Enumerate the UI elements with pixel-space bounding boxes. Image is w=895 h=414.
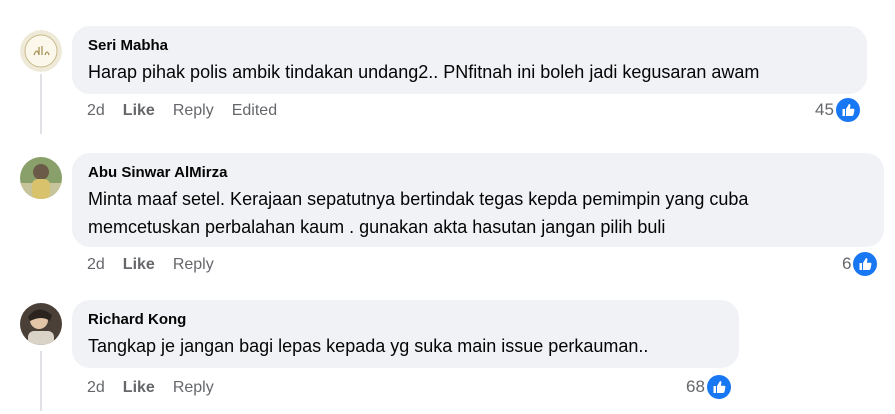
comment-bubble: Seri Mabha Harap pihak polis ambik tinda… (72, 26, 867, 94)
comment-bubble: Richard Kong Tangkap je jangan bagi lepa… (72, 300, 739, 368)
comment-text: Tangkap je jangan bagi lepas kepada yg s… (88, 336, 649, 356)
thread-line (40, 351, 42, 411)
like-button[interactable]: Like (123, 255, 155, 275)
like-button[interactable]: Like (123, 378, 155, 398)
reaction-count-value: 45 (815, 100, 834, 119)
thumbs-up-icon (835, 98, 860, 122)
comment-text-line: memcetuskan perbalahan kaum . gunakan ak… (88, 217, 666, 237)
like-button[interactable]: Like (123, 101, 155, 121)
reaction-count-value: 68 (686, 377, 705, 396)
profile-photo-icon (20, 157, 62, 199)
comment-actions: 2d Like Reply Edited (87, 101, 295, 121)
profile-photo-icon (20, 303, 62, 345)
comment-actions: 2d Like Reply (87, 255, 232, 275)
reply-button[interactable]: Reply (173, 101, 214, 121)
avatar[interactable] (20, 30, 62, 72)
comment-bubble: Abu Sinwar AlMirza Minta maaf setel. Ker… (72, 153, 884, 247)
thread-line (40, 74, 42, 134)
comment-text-line: Minta maaf setel. Kerajaan sepatutnya be… (88, 189, 749, 209)
comment-actions: 2d Like Reply (87, 378, 232, 398)
reply-button[interactable]: Reply (173, 378, 214, 398)
reaction-count-value: 6 (842, 254, 852, 273)
comment-time[interactable]: 2d (87, 101, 105, 121)
comment-author[interactable]: Richard Kong (88, 310, 723, 330)
reaction-count[interactable]: 6 (842, 252, 878, 276)
comment-text: Harap pihak polis ambik tindakan undang2… (88, 62, 760, 82)
reaction-count[interactable]: 45 (815, 98, 860, 122)
comment-time[interactable]: 2d (87, 378, 105, 398)
reaction-count[interactable]: 68 (686, 375, 731, 399)
thumbs-up-icon (853, 252, 878, 276)
thumbs-up-icon (706, 375, 731, 399)
allah-calligraphy-icon (20, 30, 62, 72)
avatar[interactable] (20, 157, 62, 199)
edited-label[interactable]: Edited (232, 101, 277, 121)
comment-time[interactable]: 2d (87, 255, 105, 275)
avatar[interactable] (20, 303, 62, 345)
comment-author[interactable]: Abu Sinwar AlMirza (88, 163, 868, 183)
comment-author[interactable]: Seri Mabha (88, 36, 851, 56)
reply-button[interactable]: Reply (173, 255, 214, 275)
